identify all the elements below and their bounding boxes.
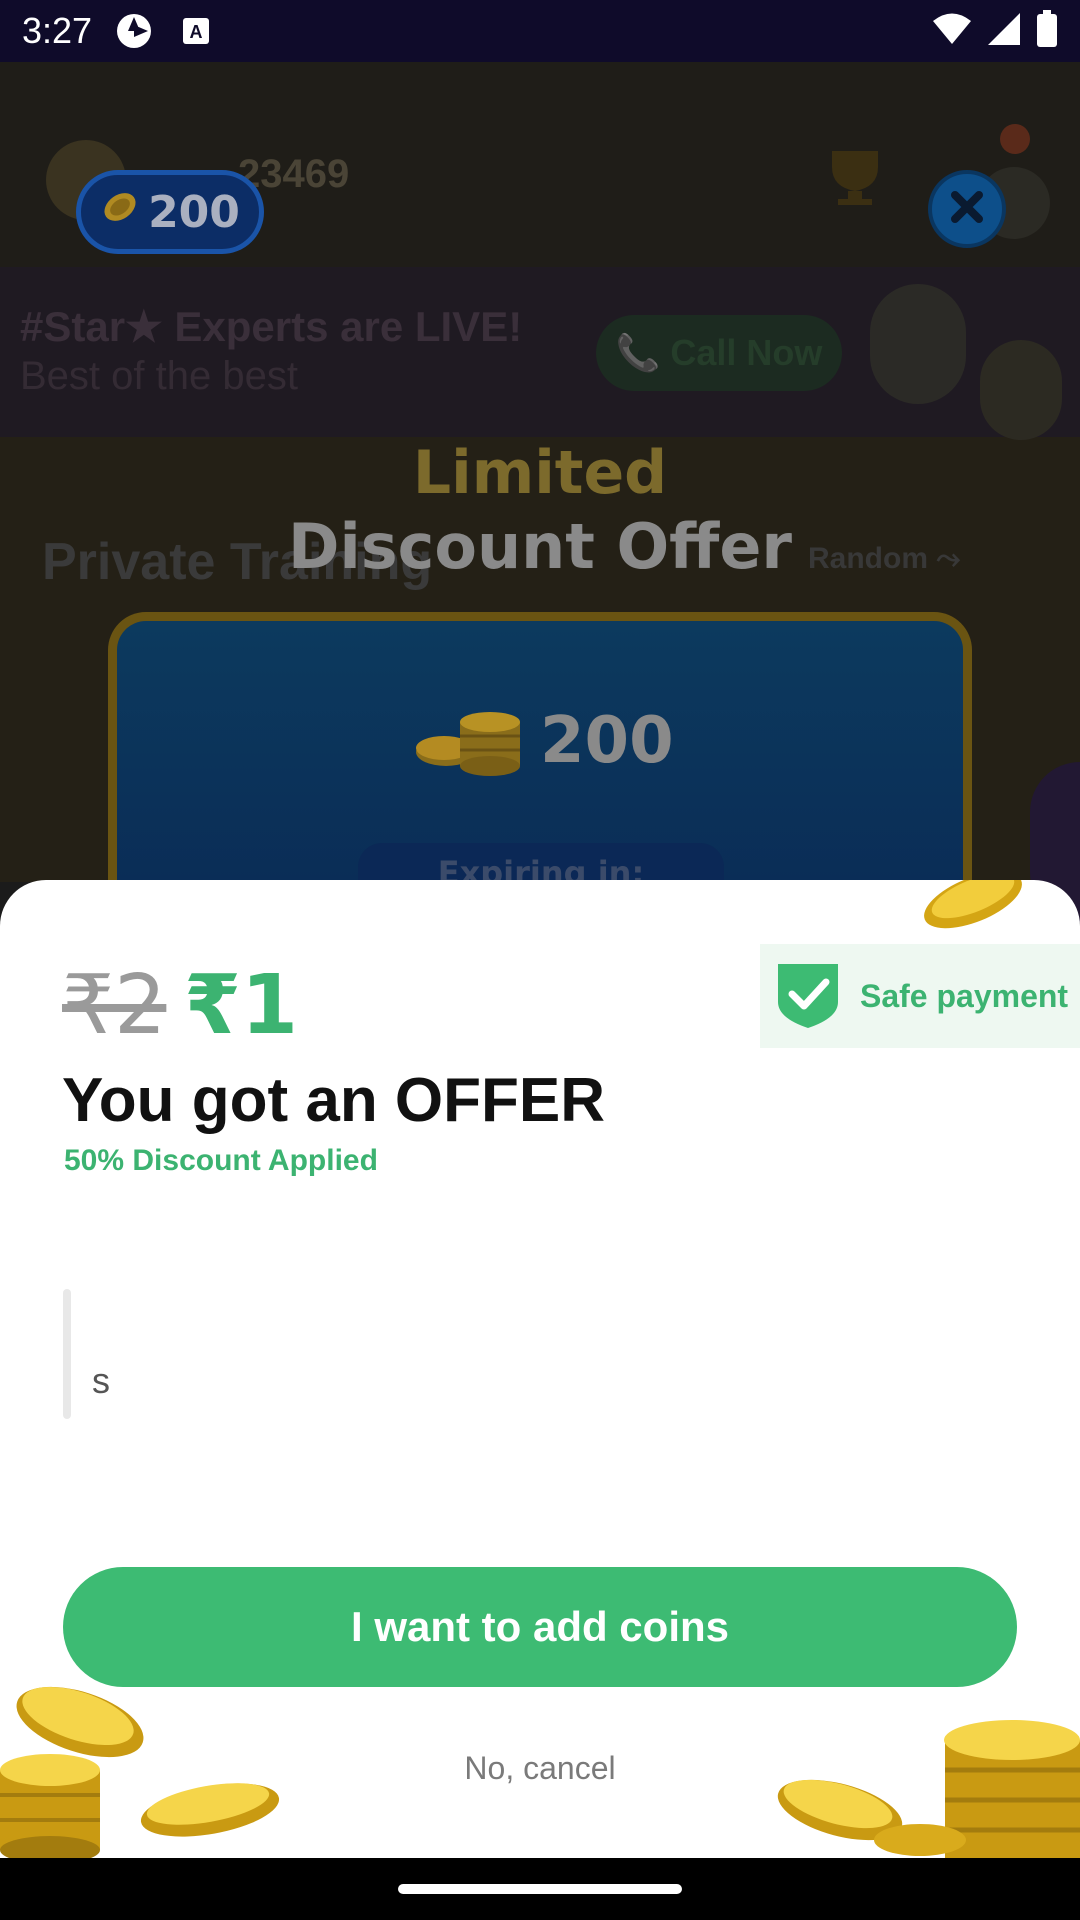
cellular-signal-icon bbox=[986, 11, 1022, 52]
discount-text: 50% Discount Applied bbox=[64, 1144, 378, 1177]
offer-coins-row: 200 bbox=[410, 700, 674, 781]
discounted-price: ₹1 bbox=[184, 958, 299, 1053]
status-bar: 3:27 A bbox=[0, 0, 1080, 62]
coin-balance-badge: 200 bbox=[76, 170, 264, 254]
original-price: ₹2 bbox=[62, 958, 167, 1053]
keyboard-a-icon: A bbox=[176, 11, 216, 51]
wifi-icon bbox=[932, 12, 972, 51]
app-shutter-icon bbox=[114, 11, 154, 51]
battery-icon bbox=[1036, 9, 1058, 53]
quote-bar bbox=[63, 1289, 71, 1419]
expert-avatar bbox=[870, 284, 966, 404]
coin-pile-left-icon bbox=[0, 1670, 290, 1858]
coin-stack-icon bbox=[410, 700, 530, 781]
safe-payment-label: Safe payment bbox=[860, 977, 1069, 1014]
coin-decoration-icon bbox=[918, 880, 1028, 945]
banner-title: #Star★ Experts are LIVE! bbox=[20, 303, 523, 350]
offer-headline: You got an OFFER bbox=[62, 1066, 606, 1135]
status-time: 3:27 bbox=[22, 10, 93, 51]
close-button[interactable] bbox=[928, 170, 1006, 248]
add-coins-button[interactable]: I want to add coins bbox=[63, 1567, 1017, 1687]
offer-bottom-sheet: ₹2 ₹1 Safe payment You got an OFFER 50% … bbox=[0, 880, 1080, 1858]
promo-title-line1: Limited bbox=[412, 438, 668, 508]
notification-badge bbox=[1000, 124, 1030, 154]
call-now-button: 📞 Call Now bbox=[596, 315, 842, 391]
svg-text:A: A bbox=[190, 22, 203, 42]
coin-pile-right-icon bbox=[770, 1710, 1080, 1858]
promo-title-line2: Discount Offer bbox=[287, 510, 793, 583]
trophy-icon bbox=[820, 147, 890, 221]
close-icon bbox=[949, 189, 985, 230]
shield-check-icon bbox=[778, 964, 838, 1028]
home-gesture-handle[interactable] bbox=[398, 1884, 682, 1894]
offer-coin-amount: 200 bbox=[540, 703, 674, 778]
expert-avatar bbox=[980, 340, 1062, 440]
safe-payment-badge: Safe payment bbox=[760, 944, 1080, 1048]
quote-text: s bbox=[92, 1360, 110, 1401]
coin-icon bbox=[100, 187, 140, 238]
banner-subtitle: Best of the best bbox=[20, 354, 298, 398]
coin-balance: 200 bbox=[148, 186, 240, 238]
